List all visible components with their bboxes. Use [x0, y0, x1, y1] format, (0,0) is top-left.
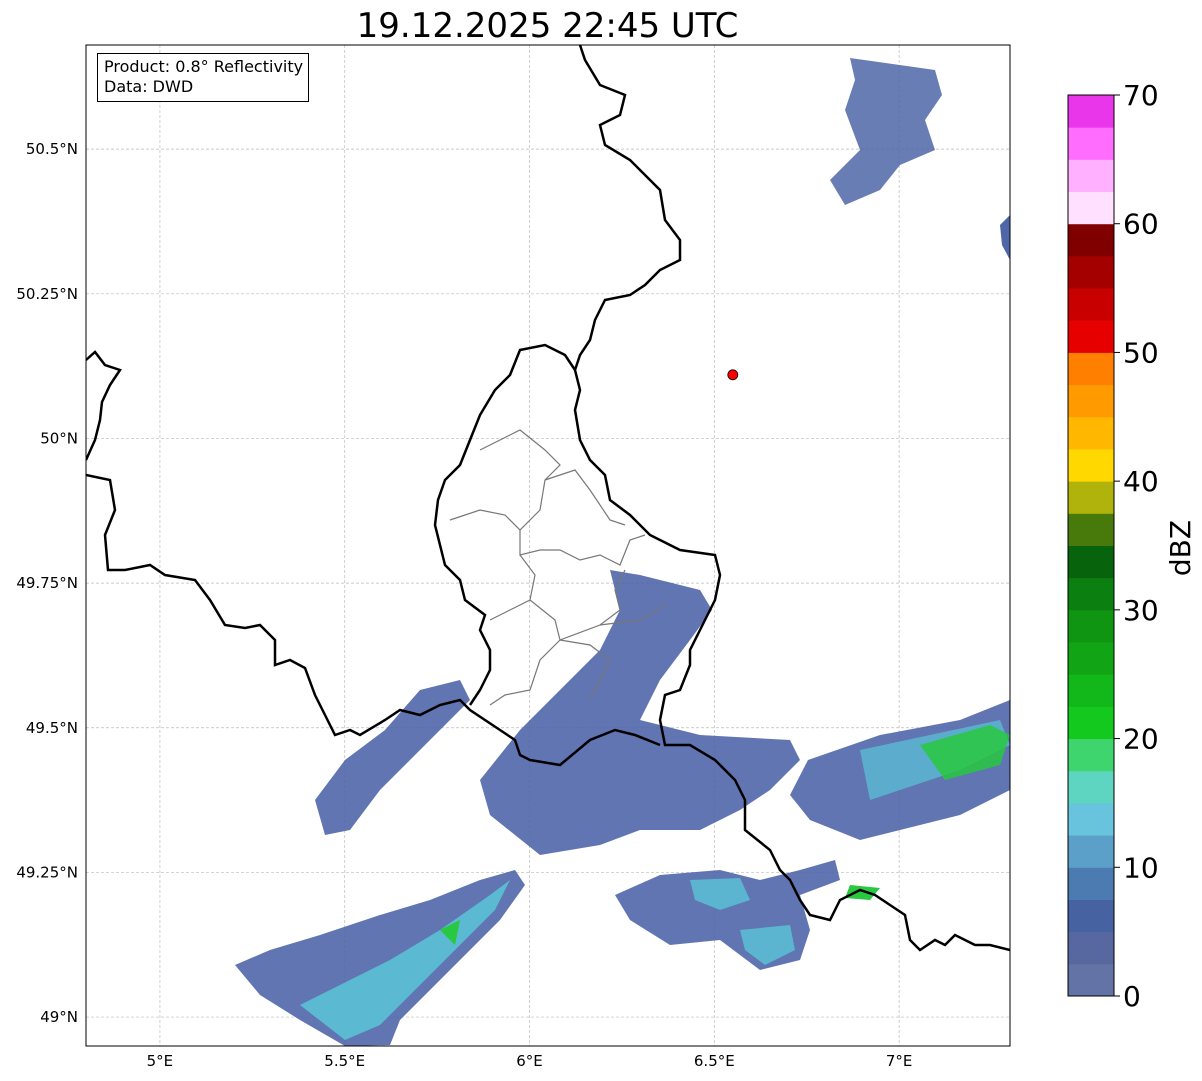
colorbar-tick-label: 20 — [1123, 723, 1159, 756]
lon-tick-label: 5.5°E — [324, 1052, 365, 1070]
colorbar-swatch — [1068, 191, 1114, 225]
lon-tick-label: 5°E — [147, 1052, 174, 1070]
lon-tick-label: 6°E — [516, 1052, 543, 1070]
colorbar-tick-label: 50 — [1123, 336, 1159, 369]
colorbar-tick-label: 70 — [1123, 79, 1159, 112]
colorbar-swatch — [1068, 159, 1114, 193]
colorbar-tick-label: 30 — [1123, 594, 1159, 627]
colorbar-swatch — [1068, 706, 1114, 740]
colorbar-ticks: 0 10 20 30 40 50 60 70 — [1114, 79, 1159, 1013]
lat-tick-label: 50.5°N — [26, 140, 78, 158]
colorbar-tick-label: 40 — [1123, 465, 1159, 498]
colorbar-swatch — [1068, 899, 1114, 933]
lat-tick-label: 49.5°N — [26, 719, 78, 737]
colorbar-swatch — [1068, 802, 1114, 836]
lon-tick-label: 7°E — [886, 1052, 913, 1070]
station-marker[interactable] — [727, 369, 739, 381]
colorbar-swatch — [1068, 545, 1114, 579]
colorbar-swatches — [1068, 95, 1114, 997]
colorbar-swatch — [1068, 352, 1114, 386]
colorbar-swatch — [1068, 448, 1114, 482]
radar-map: 5°E 5.5°E 6°E 6.5°E 7°E 50.5°N 50.25°N 50°N 49.7… — [16, 44, 1197, 1070]
lon-tick-label: 6.5°E — [694, 1052, 735, 1070]
colorbar-swatch — [1068, 320, 1114, 353]
colorbar-swatch — [1068, 931, 1114, 965]
lat-tick-label: 50°N — [40, 429, 78, 447]
colorbar-swatch — [1068, 223, 1114, 257]
colorbar-swatch — [1068, 255, 1114, 289]
colorbar-swatch — [1068, 835, 1114, 868]
colorbar-swatch — [1068, 416, 1114, 450]
lat-tick-label: 50.25°N — [16, 285, 78, 303]
colorbar-swatch — [1068, 963, 1114, 997]
colorbar-swatch — [1068, 95, 1114, 128]
colorbar-swatch — [1068, 770, 1114, 804]
colorbar-swatch — [1068, 288, 1114, 321]
info-data-source: Data: DWD — [104, 77, 194, 96]
colorbar-swatch — [1068, 513, 1114, 546]
colorbar-swatch — [1068, 867, 1114, 900]
colorbar-tick-label: 60 — [1123, 208, 1159, 241]
info-box: Product: 0.8° Reflectivity Data: DWD — [97, 53, 310, 102]
colorbar-swatch — [1068, 127, 1114, 160]
colorbar-tick-label: 10 — [1123, 851, 1159, 884]
colorbar: 0 10 20 30 40 50 60 70 dBZ — [1067, 79, 1197, 1013]
colorbar-swatch — [1068, 609, 1114, 643]
lat-tick-label: 49.25°N — [16, 863, 78, 881]
colorbar-swatch — [1068, 642, 1114, 675]
colorbar-tick-label: 0 — [1123, 980, 1141, 1013]
colorbar-swatch — [1068, 738, 1114, 772]
lat-tick-label: 49°N — [40, 1008, 78, 1026]
colorbar-swatch — [1068, 577, 1114, 611]
colorbar-swatch — [1068, 384, 1114, 418]
lat-tick-label: 49.75°N — [16, 574, 78, 592]
colorbar-swatch — [1068, 674, 1114, 707]
info-product: Product: 0.8° Reflectivity — [104, 57, 304, 76]
colorbar-label: dBZ — [1164, 520, 1197, 576]
colorbar-swatch — [1068, 481, 1114, 514]
